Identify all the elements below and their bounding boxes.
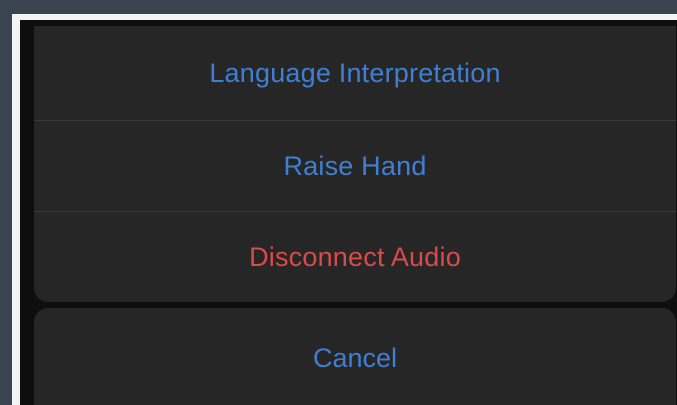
cancel-button[interactable]: Cancel bbox=[34, 308, 676, 405]
phone-screen: Language Interpretation Raise Hand Disco… bbox=[20, 20, 677, 405]
disconnect-audio-button[interactable]: Disconnect Audio bbox=[34, 211, 676, 302]
language-interpretation-button[interactable]: Language Interpretation bbox=[34, 26, 676, 120]
raise-hand-button[interactable]: Raise Hand bbox=[34, 120, 676, 211]
action-sheet: Language Interpretation Raise Hand Disco… bbox=[34, 26, 676, 302]
